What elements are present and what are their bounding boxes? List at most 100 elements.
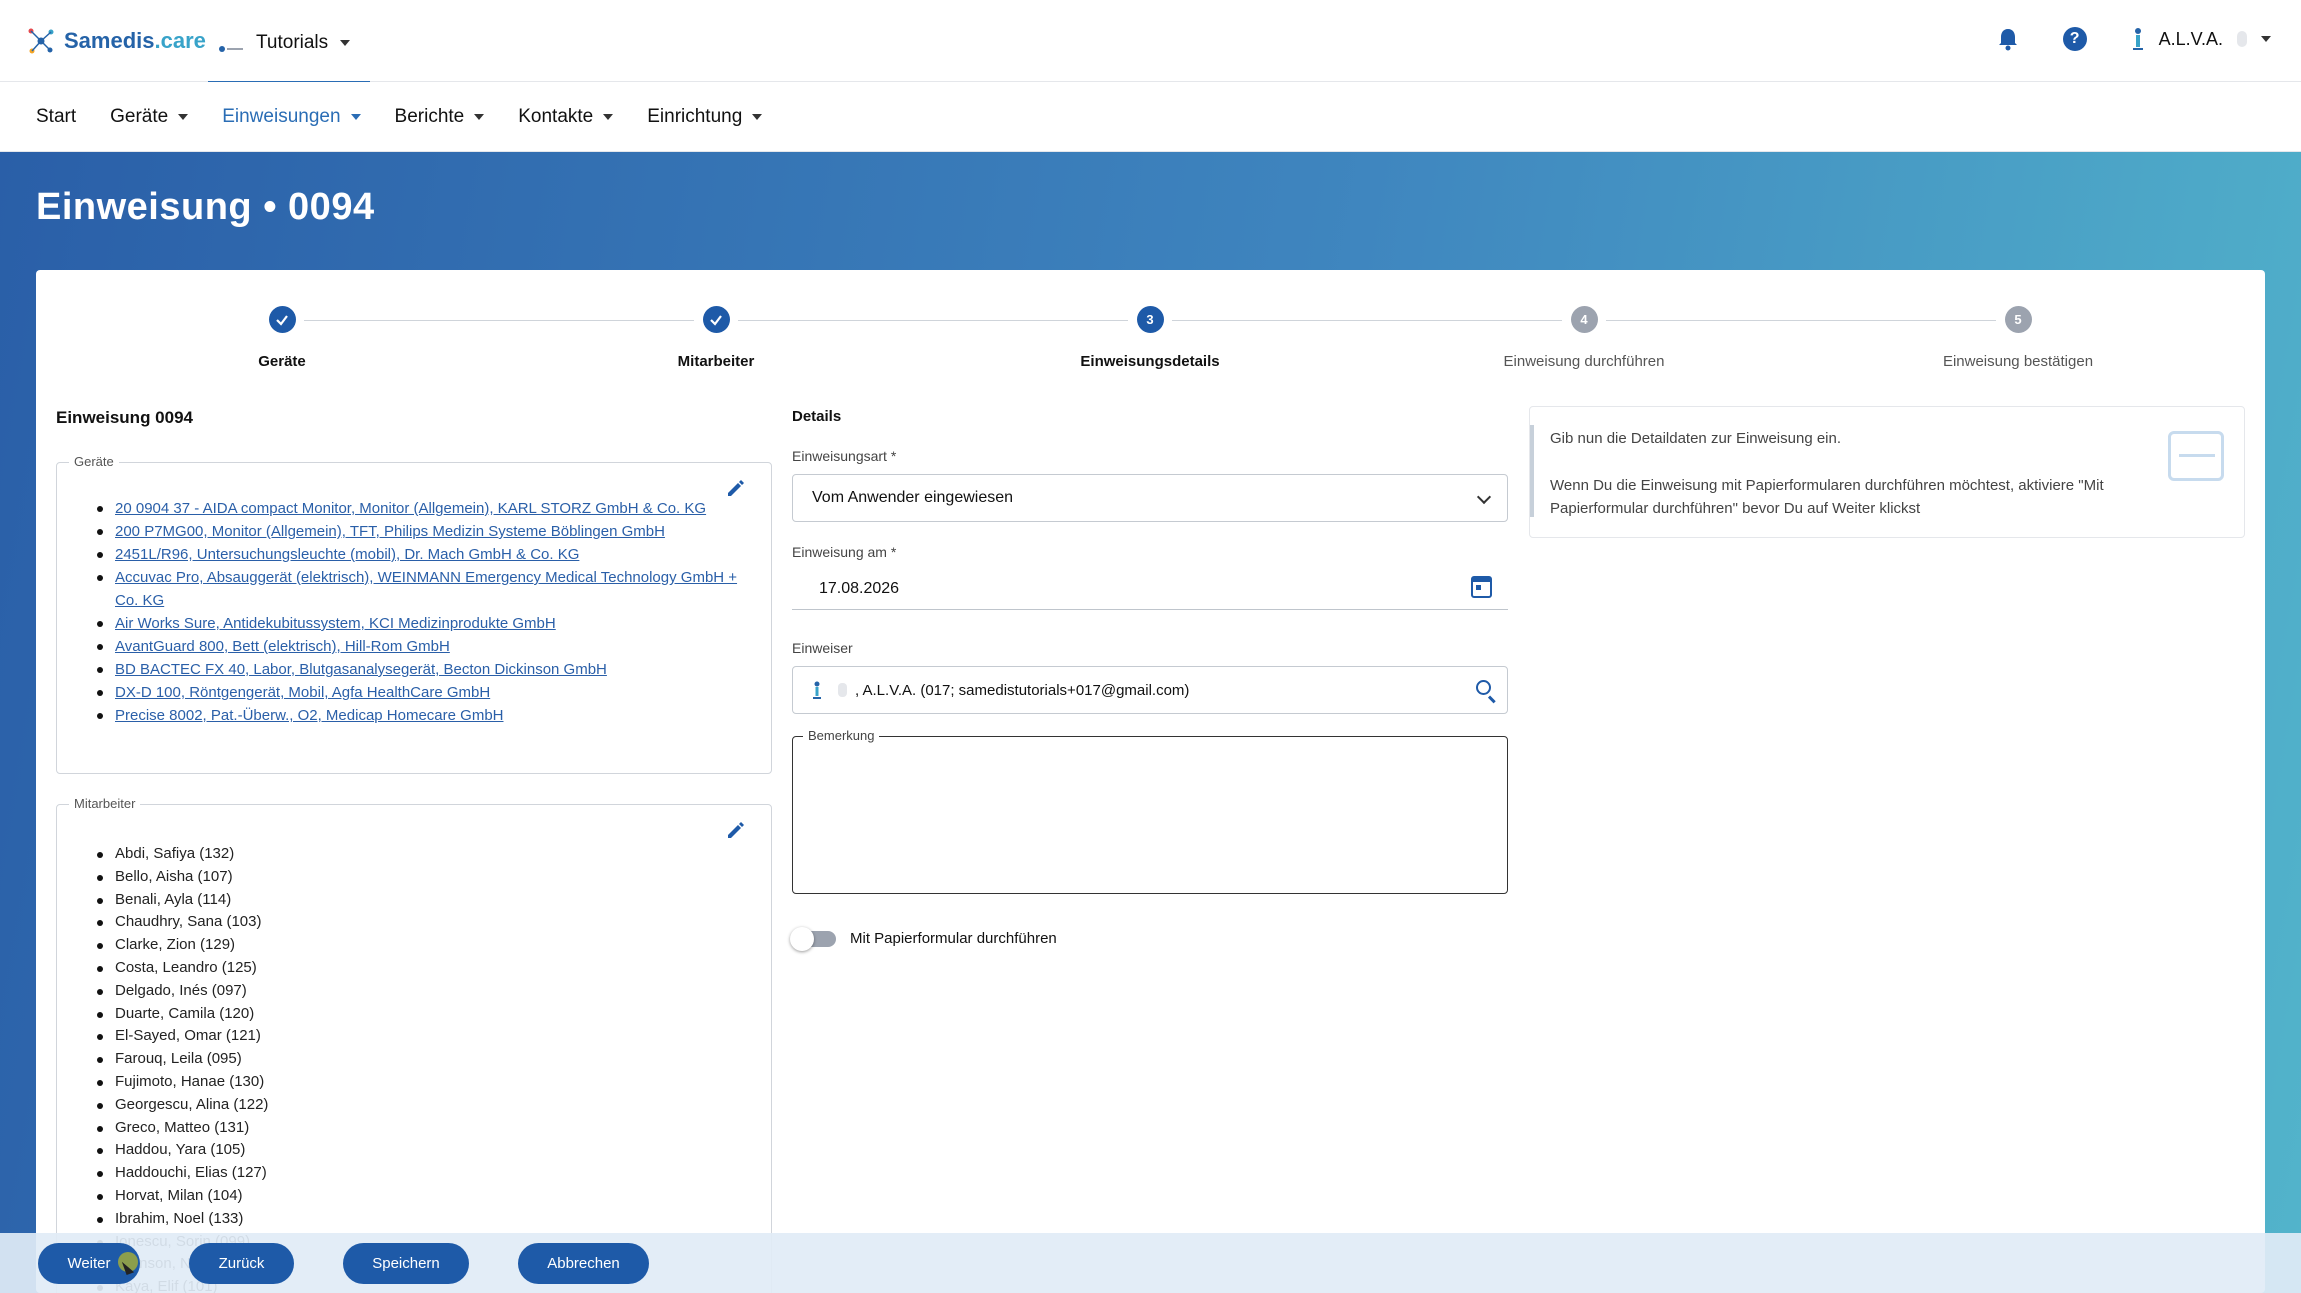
- step-3[interactable]: 3 Einweisungsdetails: [1000, 306, 1300, 370]
- nav-item-1[interactable]: Geräte: [110, 106, 189, 128]
- info-line-2: Wenn Du die Einweisung mit Papierformula…: [1550, 477, 2104, 517]
- info-panel: Gib nun die Detaildaten zur Einweisung e…: [1529, 406, 2245, 538]
- edit-devices-icon[interactable]: [725, 477, 747, 499]
- step-label: Einweisungsdetails: [1080, 353, 1220, 370]
- device-list-item: AvantGuard 800, Bett (elektrisch), Hill-…: [97, 635, 757, 658]
- employee-list-item: El-Sayed, Omar (121): [97, 1025, 268, 1048]
- device-link[interactable]: 200 P7MG00, Monitor (Allgemein), TFT, Ph…: [115, 523, 665, 540]
- nav-item-2[interactable]: Einweisungen: [222, 106, 361, 128]
- tenant-selector[interactable]: Tutorials: [218, 32, 351, 54]
- step-2[interactable]: Mitarbeiter: [566, 306, 866, 370]
- search-icon[interactable]: [1476, 680, 1491, 695]
- nav-item-label: Einrichtung: [647, 106, 743, 127]
- device-link[interactable]: AvantGuard 800, Bett (elektrisch), Hill-…: [115, 638, 450, 655]
- device-list-item: Precise 8002, Pat.-Überw., O2, Medicap H…: [97, 704, 757, 727]
- chevron-down-icon: [350, 114, 361, 120]
- instruction-type-select[interactable]: Vom Anwender eingewiesen: [792, 474, 1508, 522]
- devices-fieldset: Geräte 20 0904 37 - AIDA compact Monitor…: [56, 454, 772, 774]
- chevron-down-icon: [2261, 36, 2271, 42]
- instructor-field[interactable]: , A.L.V.A. (017; samedistutorials+017@gm…: [792, 666, 1508, 714]
- bell-icon[interactable]: [1997, 27, 2019, 51]
- details-title: Details: [792, 408, 842, 425]
- employee-list-item: Costa, Leandro (125): [97, 957, 268, 980]
- toggle-switch[interactable]: [790, 926, 836, 951]
- step-label: Mitarbeiter: [677, 353, 755, 370]
- chevron-down-icon: [752, 114, 763, 120]
- remark-label: Bemerkung: [803, 728, 880, 743]
- employees-legend: Mitarbeiter: [69, 796, 141, 811]
- check-icon: [268, 306, 296, 333]
- employee-list-item: Bello, Aisha (107): [97, 866, 268, 889]
- info-accent-bar: [1530, 425, 1534, 517]
- employee-list-item: Clarke, Zion (129): [97, 934, 268, 957]
- logo-text: Samedis.care: [64, 28, 206, 53]
- logo-mark-icon: [26, 26, 56, 56]
- chevron-down-icon: [603, 114, 614, 120]
- paper-form-label: Mit Papierformular durchführen: [850, 930, 1057, 947]
- nav-item-0[interactable]: Start: [36, 106, 76, 128]
- step-5[interactable]: 5 Einweisung bestätigen: [1868, 306, 2168, 370]
- device-link[interactable]: 20 0904 37 - AIDA compact Monitor, Monit…: [115, 500, 706, 517]
- page-title: Einweisung • 0094: [36, 186, 375, 228]
- device-list-item: Accuvac Pro, Absauggerät (elektrisch), W…: [97, 566, 757, 612]
- device-link[interactable]: 2451L/R96, Untersuchungsleuchte (mobil),…: [115, 546, 579, 563]
- cancel-button[interactable]: Abbrechen: [518, 1243, 649, 1284]
- back-button[interactable]: Zurück: [189, 1243, 294, 1284]
- save-button[interactable]: Speichern: [343, 1243, 469, 1284]
- step-number: 3: [1136, 306, 1164, 333]
- user-menu[interactable]: A.L.V.A.: [2131, 26, 2271, 52]
- step-number: 5: [2004, 306, 2032, 333]
- devices-list: 20 0904 37 - AIDA compact Monitor, Monit…: [97, 497, 757, 727]
- nav-item-5[interactable]: Einrichtung: [647, 106, 763, 128]
- nav-item-label: Berichte: [394, 106, 465, 127]
- device-list-item: BD BACTEC FX 40, Labor, Blutgasanalysege…: [97, 658, 757, 681]
- device-link[interactable]: Accuvac Pro, Absauggerät (elektrisch), W…: [115, 569, 737, 609]
- instruction-type-value: Vom Anwender eingewiesen: [812, 489, 1014, 506]
- nav-item-3[interactable]: Berichte: [395, 106, 485, 128]
- nav-item-label: Geräte: [110, 106, 169, 127]
- employee-list-item: Abdi, Safiya (132): [97, 843, 268, 866]
- employee-list-item: Chaudhry, Sana (103): [97, 911, 268, 934]
- paper-form-toggle[interactable]: Mit Papierformular durchführen: [790, 926, 1057, 951]
- stepper: Geräte Mitarbeiter 3 Einweisungsdetails 4 Ein…: [36, 288, 2265, 370]
- tenant-name: Tutorials: [256, 32, 329, 53]
- remark-textarea[interactable]: Bemerkung: [792, 728, 1508, 894]
- nav-item-4[interactable]: Kontakte: [518, 106, 614, 128]
- type-label: Einweisungsart *: [792, 448, 897, 464]
- help-icon[interactable]: ?: [2062, 27, 2087, 51]
- user-name: A.L.V.A.: [2158, 28, 2223, 49]
- date-field[interactable]: 17.08.2026: [792, 568, 1508, 610]
- device-link[interactable]: DX-D 100, Röntgengerät, Mobil, Agfa Heal…: [115, 684, 490, 701]
- chevron-down-icon: [474, 114, 485, 120]
- tenant-logo-icon: [218, 38, 244, 52]
- nav-item-label: Start: [36, 106, 77, 127]
- employee-list-item: Greco, Matteo (131): [97, 1117, 268, 1140]
- date-value: 17.08.2026: [819, 580, 900, 597]
- device-list-item: DX-D 100, Röntgengerät, Mobil, Agfa Heal…: [97, 681, 757, 704]
- edit-employees-icon[interactable]: [725, 819, 747, 841]
- employee-list-item: Haddouchi, Elias (127): [97, 1162, 268, 1185]
- step-label: Geräte: [258, 353, 306, 370]
- employee-list-item: Delgado, Inés (097): [97, 980, 268, 1003]
- device-list-item: 200 P7MG00, Monitor (Allgemein), TFT, Ph…: [97, 520, 757, 543]
- main-nav: Start Geräte Einweisungen Berichte Kontakte E…: [0, 82, 2301, 152]
- employees-list: Abdi, Safiya (132) Bello, Aisha (107) Bena…: [97, 843, 268, 1293]
- instructor-status-icon: [838, 683, 847, 697]
- user-status-icon: [2237, 31, 2247, 47]
- calendar-icon[interactable]: [1471, 576, 1492, 598]
- device-link[interactable]: Air Works Sure, Antidekubitussystem, KCI…: [115, 615, 556, 632]
- samedis-logo[interactable]: Samedis.care: [26, 26, 206, 56]
- employee-list-item: Fujimoto, Hanae (130): [97, 1071, 268, 1094]
- device-link[interactable]: Precise 8002, Pat.-Überw., O2, Medicap H…: [115, 707, 504, 724]
- instructor-value: , A.L.V.A. (017; samedistutorials+017@gm…: [855, 681, 1190, 699]
- user-avatar-icon: [2131, 26, 2145, 52]
- employee-list-item: Duarte, Camila (120): [97, 1003, 268, 1026]
- device-list-item: Air Works Sure, Antidekubitussystem, KCI…: [97, 612, 757, 635]
- device-link[interactable]: BD BACTEC FX 40, Labor, Blutgasanalysege…: [115, 661, 607, 678]
- top-bar: Samedis.care Tutorials ? A.L.V.A.: [0, 0, 2301, 84]
- employee-list-item: Haddou, Yara (105): [97, 1139, 268, 1162]
- step-4[interactable]: 4 Einweisung durchführen: [1434, 306, 1734, 370]
- devices-legend: Geräte: [69, 454, 119, 469]
- nav-item-label: Einweisungen: [222, 106, 341, 127]
- step-1[interactable]: Geräte: [132, 306, 432, 370]
